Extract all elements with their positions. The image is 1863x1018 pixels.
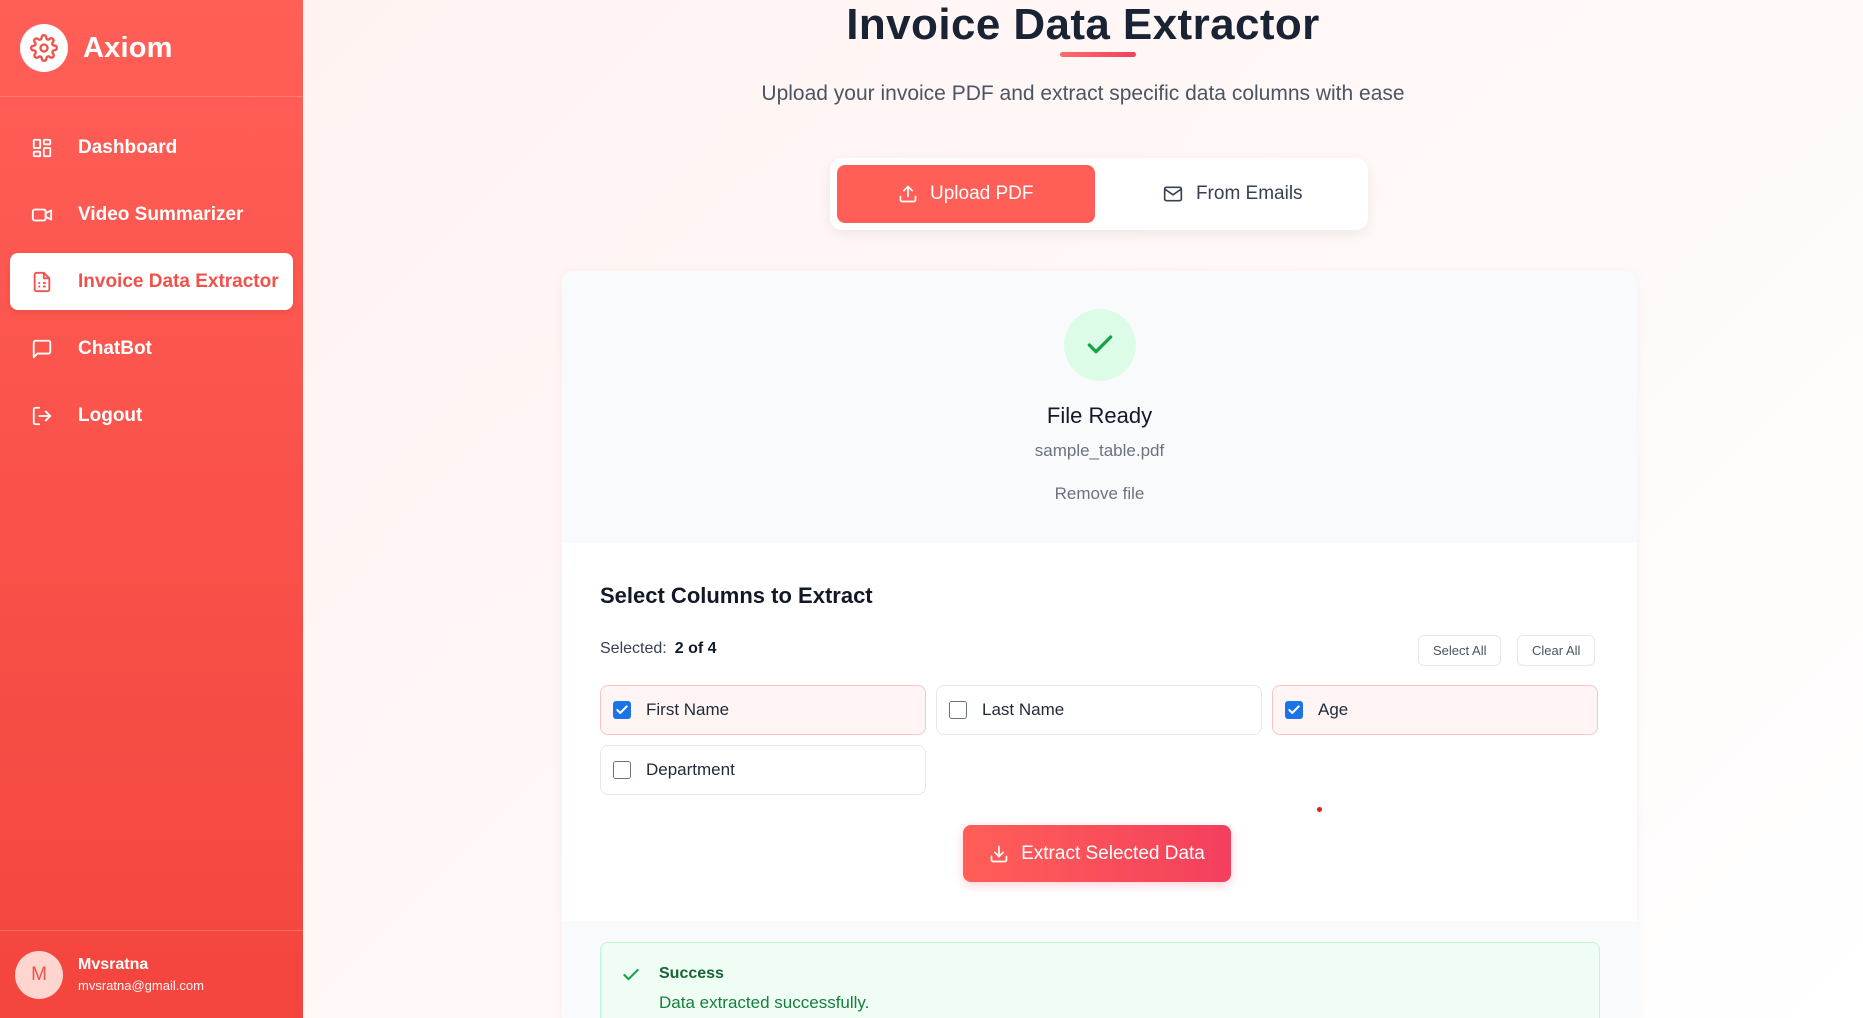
title-underline [1060, 52, 1136, 57]
check-icon [621, 965, 641, 985]
chat-icon [30, 337, 54, 361]
checkbox-checked[interactable] [1285, 701, 1303, 719]
column-option-label: Age [1318, 700, 1349, 719]
remove-file-button[interactable]: Remove file [562, 484, 1637, 504]
success-title: Success [659, 965, 724, 982]
select-all-button[interactable]: Select All [1418, 635, 1502, 666]
column-option-department[interactable]: Department [600, 745, 926, 795]
sidebar-item-chatbot[interactable]: ChatBot [10, 320, 293, 377]
sidebar-nav: Dashboard Video Summarizer Invoice Data … [0, 97, 303, 444]
cursor-dot [1317, 807, 1322, 812]
page-title: Invoice Data Extractor [846, 0, 1320, 49]
section-title: Select Columns to Extract [600, 583, 873, 608]
logout-icon [30, 404, 54, 428]
columns-zone: Select Columns to Extract Selected: 2 of … [562, 543, 1637, 921]
from-emails-tab[interactable]: From Emails [1104, 165, 1362, 223]
mail-icon [1162, 184, 1184, 204]
success-alert: Success Data extracted successfully. [600, 942, 1600, 1018]
user-email: mvsratna@gmail.com [78, 978, 204, 993]
checkbox-checked[interactable] [613, 701, 631, 719]
from-emails-label: From Emails [1195, 183, 1303, 204]
file-status: File Ready [1046, 403, 1153, 428]
extractor-card: File Ready sample_table.pdf Remove file … [562, 271, 1637, 1018]
column-option-age[interactable]: Age [1272, 685, 1598, 735]
sidebar-item-video-summarizer[interactable]: Video Summarizer [10, 186, 293, 243]
file-name: sample_table.pdf [1034, 441, 1165, 460]
sidebar-item-label: Logout [78, 404, 143, 426]
sidebar-item-dashboard[interactable]: Dashboard [10, 119, 293, 176]
upload-icon [898, 184, 918, 204]
download-icon [989, 844, 1009, 864]
column-option-label: Department [646, 760, 735, 779]
sidebar-item-label: Invoice Data Extractor [78, 270, 279, 292]
sidebar-item-logout[interactable]: Logout [10, 387, 293, 444]
checkbox-unchecked[interactable] [613, 761, 631, 779]
selected-value: 2 of 4 [674, 640, 717, 657]
mode-switch: Upload PDF From Emails [830, 158, 1368, 230]
column-option-last-name[interactable]: Last Name [936, 685, 1262, 735]
user-name: Mvsratna [78, 956, 149, 973]
sidebar: Axiom Dashboard Video Summarizer Invoice… [0, 0, 303, 1018]
selected-count: Selected: 2 of 4 [600, 640, 717, 658]
result-zone: Success Data extracted successfully. [562, 921, 1637, 1018]
column-option-label: First Name [646, 700, 730, 719]
extract-selected-data-button[interactable]: Extract Selected Data [963, 825, 1231, 882]
video-icon [30, 203, 54, 227]
main-content: Invoice Data Extractor Upload your invoi… [303, 0, 1863, 1018]
user-profile[interactable]: M Mvsratna mvsratna@gmail.com [0, 930, 303, 1018]
dashboard-icon [30, 136, 54, 160]
document-icon [30, 270, 54, 294]
gear-icon [20, 24, 68, 72]
column-option-first-name[interactable]: First Name [600, 685, 926, 735]
clear-all-button[interactable]: Clear All [1517, 635, 1596, 666]
brand[interactable]: Axiom [0, 0, 303, 97]
brand-name: Axiom [83, 31, 173, 64]
selected-label: Selected: [600, 640, 667, 657]
user-meta: Mvsratna mvsratna@gmail.com [78, 956, 204, 993]
sidebar-item-label: Video Summarizer [78, 203, 244, 225]
sidebar-item-label: ChatBot [78, 337, 152, 359]
upload-pdf-tab[interactable]: Upload PDF [837, 165, 1095, 223]
check-icon [1064, 309, 1136, 381]
avatar: M [15, 950, 63, 999]
sidebar-item-label: Dashboard [78, 136, 178, 158]
upload-pdf-label: Upload PDF [930, 183, 1034, 204]
success-message: Data extracted successfully. [659, 993, 870, 1012]
sidebar-item-invoice-data-extractor[interactable]: Invoice Data Extractor [10, 253, 293, 310]
extract-button-label: Extract Selected Data [1021, 842, 1205, 864]
file-zone: File Ready sample_table.pdf Remove file [562, 271, 1637, 543]
checkbox-unchecked[interactable] [949, 701, 967, 719]
column-option-label: Last Name [982, 700, 1065, 719]
page-subtitle: Upload your invoice PDF and extract spec… [761, 82, 1405, 105]
